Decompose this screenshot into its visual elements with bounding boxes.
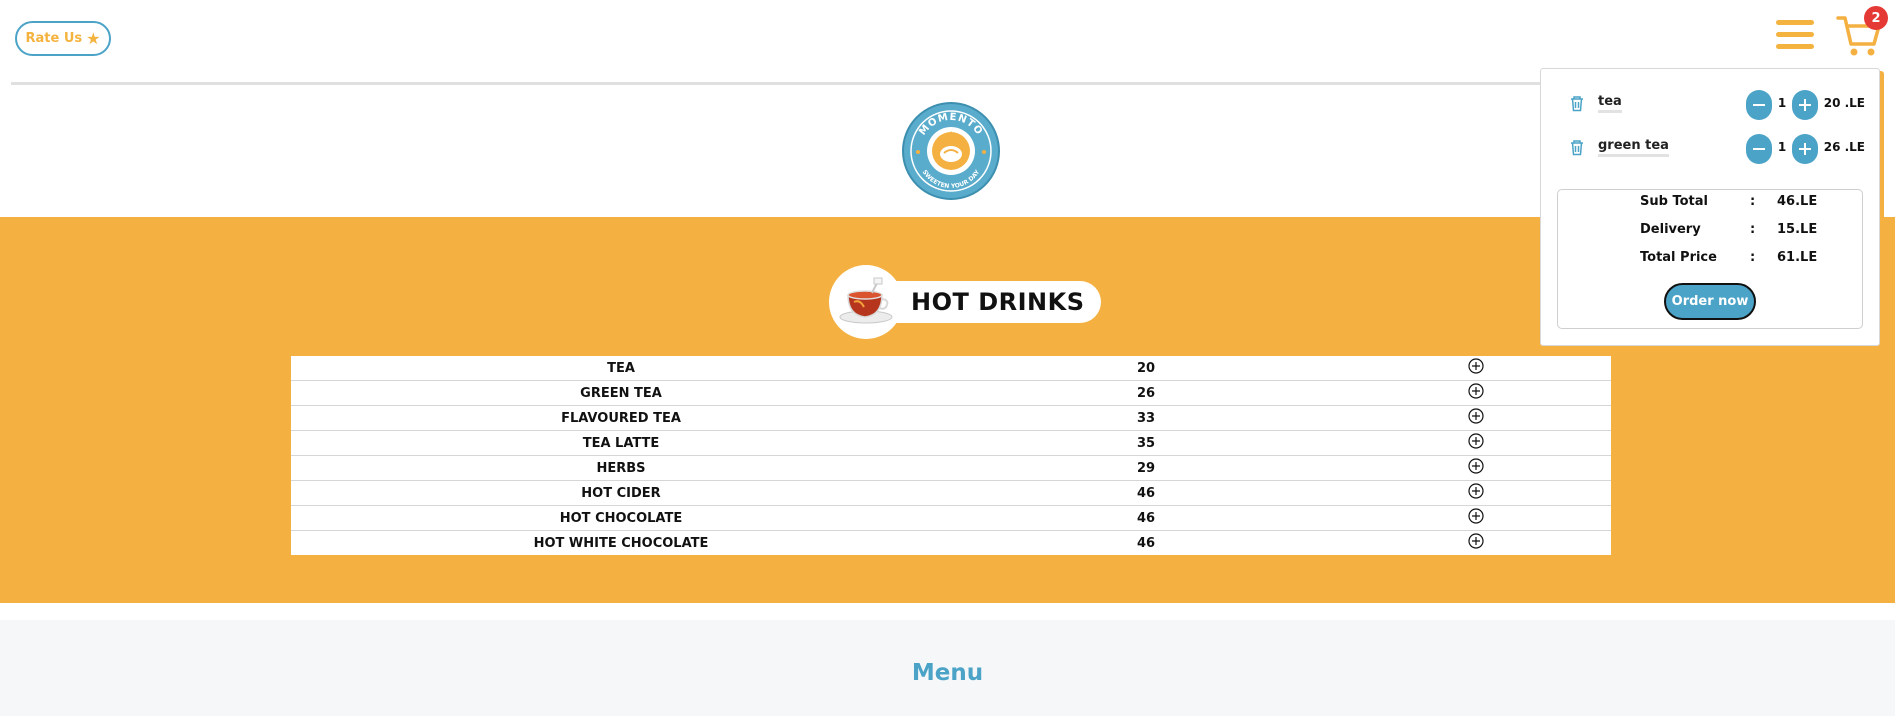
add-item-cell	[1341, 380, 1611, 406]
category-header: HOT DRINKS	[829, 264, 1101, 340]
tea-cup-icon	[829, 265, 903, 339]
menu-item-name: HOT CHOCOLATE	[291, 505, 951, 531]
menu-item-price: 26	[951, 380, 1341, 406]
menu-item-price: 33	[951, 405, 1341, 431]
menu-item-name: HOT CIDER	[291, 480, 951, 506]
menu-item-price: 46	[951, 480, 1341, 506]
total-row: Total Price : 61.LE	[1558, 250, 1864, 270]
menu-item-name: TEA LATTE	[291, 430, 951, 456]
menu-row: HOT CHOCOLATE 46	[291, 505, 1611, 531]
menu-item-price: 29	[951, 455, 1341, 481]
footer-menu-heading: Menu	[911, 660, 984, 686]
add-circle-icon[interactable]	[1468, 433, 1484, 453]
add-item-cell	[1341, 531, 1611, 556]
subtotal-row: Sub Total : 46.LE	[1558, 194, 1864, 214]
delivery-label: Delivery	[1640, 222, 1701, 237]
add-circle-icon[interactable]	[1468, 508, 1484, 528]
menu-row: HERBS 29	[291, 455, 1611, 481]
cart-count-badge: 2	[1864, 6, 1888, 30]
cart-item-quantity: 1	[1777, 96, 1787, 110]
cart-item-name: green tea	[1598, 138, 1669, 157]
subtotal-colon: :	[1750, 194, 1756, 209]
add-item-cell	[1341, 480, 1611, 506]
hamburger-menu-icon[interactable]	[1776, 20, 1814, 56]
add-circle-icon[interactable]	[1468, 383, 1484, 403]
trash-icon[interactable]	[1569, 95, 1585, 116]
cart-item-quantity: 1	[1777, 140, 1787, 154]
delivery-colon: :	[1750, 222, 1756, 237]
add-circle-icon[interactable]	[1468, 358, 1484, 378]
menu-item-name: FLAVOURED TEA	[291, 405, 951, 431]
add-item-cell	[1341, 455, 1611, 481]
add-item-cell	[1341, 405, 1611, 431]
menu-item-price: 20	[951, 356, 1341, 381]
cart-item: tea 1 20 .LE	[1541, 89, 1881, 120]
cart-item-price: 20 .LE	[1823, 96, 1865, 110]
menu-row: GREEN TEA 26	[291, 380, 1611, 406]
order-now-button[interactable]: Order now	[1664, 283, 1756, 320]
increase-quantity-button[interactable]	[1792, 90, 1818, 120]
rate-us-label: Rate Us	[25, 31, 83, 46]
menu-row: TEA LATTE 35	[291, 430, 1611, 456]
delivery-row: Delivery : 15.LE	[1558, 222, 1864, 242]
cart-item: green tea 1 26 .LE	[1541, 133, 1881, 164]
total-colon: :	[1750, 250, 1756, 265]
star-icon: ★	[86, 28, 101, 48]
menu-row: TEA 20	[291, 356, 1611, 381]
rate-us-button[interactable]: Rate Us ★	[15, 21, 111, 56]
menu-table: TEA 20 GREEN TEA 26 FLAVOURED TEA 33 TEA LATTE…	[291, 356, 1611, 555]
menu-item-name: TEA	[291, 356, 951, 381]
cart-dropdown: tea 1 20 .LE green tea 1 26 .LE Sub Tota…	[1540, 68, 1880, 346]
menu-item-name: HOT WHITE CHOCOLATE	[533, 535, 709, 551]
header-divider	[11, 82, 1541, 85]
trash-icon[interactable]	[1569, 139, 1585, 160]
cart-item-name: tea	[1598, 94, 1622, 113]
add-circle-icon[interactable]	[1468, 483, 1484, 503]
menu-item-price: 46	[1136, 535, 1156, 551]
total-label: Total Price	[1640, 250, 1717, 265]
total-value: 61.LE	[1777, 250, 1818, 265]
subtotal-label: Sub Total	[1640, 194, 1708, 209]
menu-item-name: GREEN TEA	[291, 380, 951, 406]
menu-row: HOT WHITE CHOCOLATE 46	[291, 531, 1611, 556]
add-item-cell	[1341, 356, 1611, 381]
momento-logo: MOMENTO SWEETEN YOUR DAY	[900, 101, 1002, 201]
category-title: HOT DRINKS	[893, 281, 1101, 323]
add-item-cell	[1341, 430, 1611, 456]
menu-row: FLAVOURED TEA 33	[291, 405, 1611, 431]
increase-quantity-button[interactable]	[1792, 134, 1818, 164]
menu-item-price: 46	[951, 505, 1341, 531]
add-circle-icon[interactable]	[1468, 408, 1484, 428]
cart-item-price: 26 .LE	[1823, 140, 1865, 154]
menu-row: HOT CIDER 46	[291, 480, 1611, 506]
order-summary: Sub Total : 46.LE Delivery : 15.LE Total…	[1557, 189, 1863, 329]
decrease-quantity-button[interactable]	[1746, 90, 1772, 120]
add-item-cell	[1341, 505, 1611, 531]
decrease-quantity-button[interactable]	[1746, 134, 1772, 164]
delivery-value: 15.LE	[1777, 222, 1818, 237]
subtotal-value: 46.LE	[1777, 194, 1818, 209]
add-circle-icon[interactable]	[1468, 533, 1484, 553]
menu-item-name: HERBS	[291, 455, 951, 481]
add-circle-icon[interactable]	[1468, 458, 1484, 478]
menu-item-price: 35	[951, 430, 1341, 456]
